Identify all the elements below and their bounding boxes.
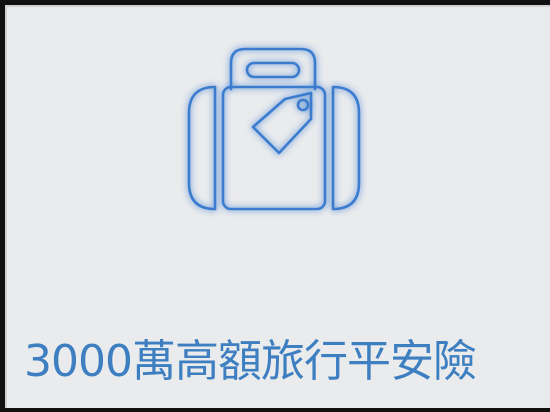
luggage-tag — [251, 91, 313, 155]
luggage-right-pocket — [331, 85, 361, 211]
card-title: 3000萬高額旅行平安險 — [24, 336, 477, 387]
luggage-tag-icon — [187, 47, 361, 211]
luggage-handle-inner — [245, 61, 301, 79]
luggage-icon — [175, 35, 375, 225]
insurance-card[interactable]: 3000萬高額旅行平安險 — [0, 0, 550, 412]
luggage-left-pocket — [187, 85, 217, 211]
luggage-tag-hole — [296, 98, 310, 112]
luggage-handle — [229, 47, 317, 91]
